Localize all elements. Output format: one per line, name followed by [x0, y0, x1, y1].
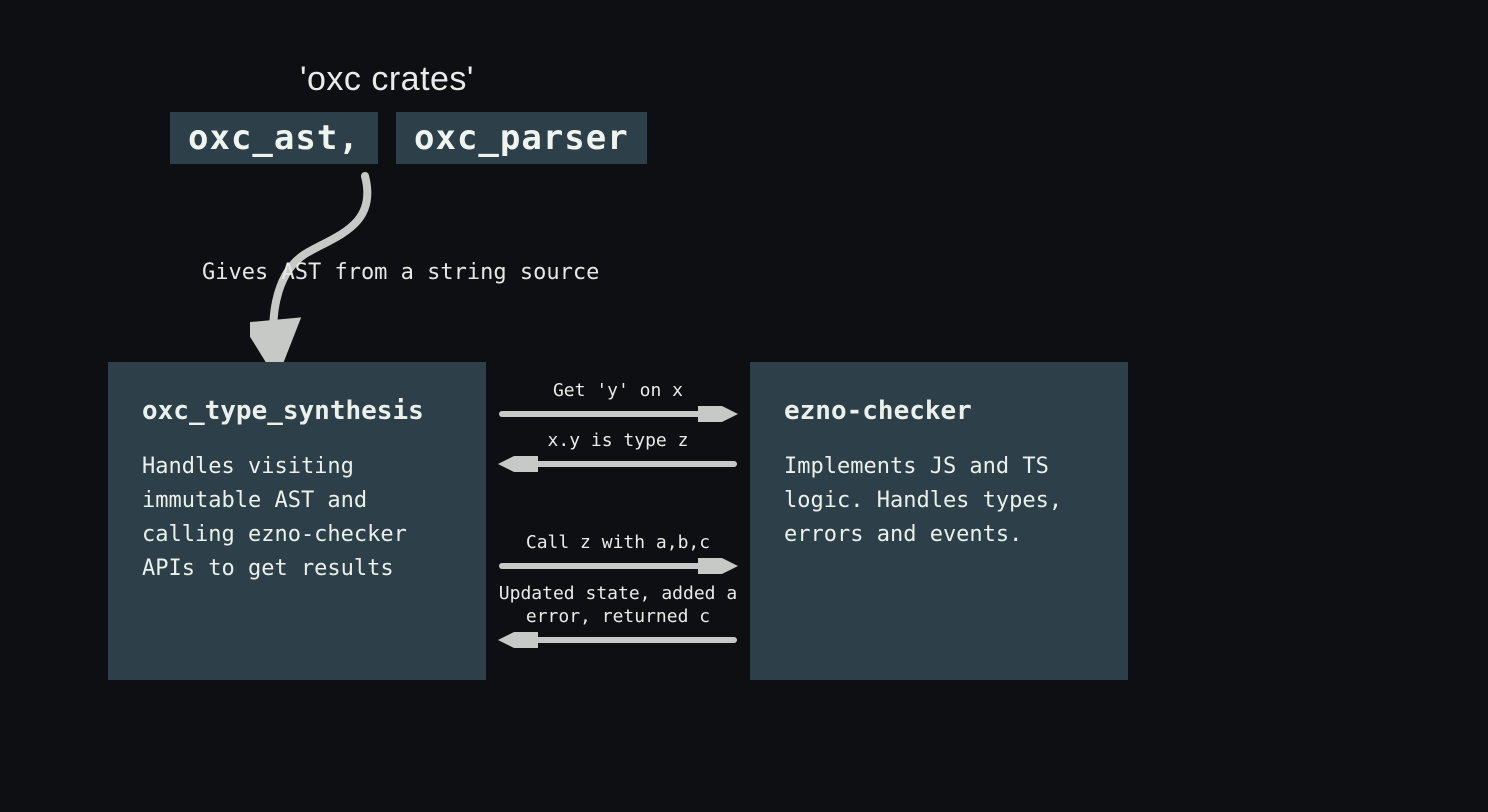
- box-oxc-type-synthesis: oxc_type_synthesis Handles visiting immu…: [108, 362, 486, 680]
- arrow-label-updated-state: Updated state, added a error, returned c: [498, 582, 738, 629]
- box-right-title: ezno-checker: [784, 396, 1100, 426]
- arrow-left-icon: [498, 632, 738, 648]
- crate-badge-oxc-ast: oxc_ast,: [170, 112, 378, 164]
- arrow-right-icon: [498, 558, 738, 574]
- ast-arrow-caption: Gives AST from a string source: [202, 260, 599, 285]
- arrow-label-call-z: Call z with a,b,c: [498, 532, 738, 553]
- arrow-label-xy-type-z: x.y is type z: [498, 430, 738, 451]
- box-ezno-checker: ezno-checker Implements JS and TS logic.…: [750, 362, 1128, 680]
- arrow-label-get-y: Get 'y' on x: [498, 380, 738, 401]
- box-left-body: Handles visiting immutable AST and calli…: [142, 450, 458, 586]
- box-left-title: oxc_type_synthesis: [142, 396, 458, 426]
- arrow-left-icon: [498, 456, 738, 472]
- oxc-crates-title: 'oxc crates': [300, 60, 474, 99]
- crate-badge-oxc-parser: oxc_parser: [396, 112, 647, 164]
- box-right-body: Implements JS and TS logic. Handles type…: [784, 450, 1100, 552]
- arrow-right-icon: [498, 406, 738, 422]
